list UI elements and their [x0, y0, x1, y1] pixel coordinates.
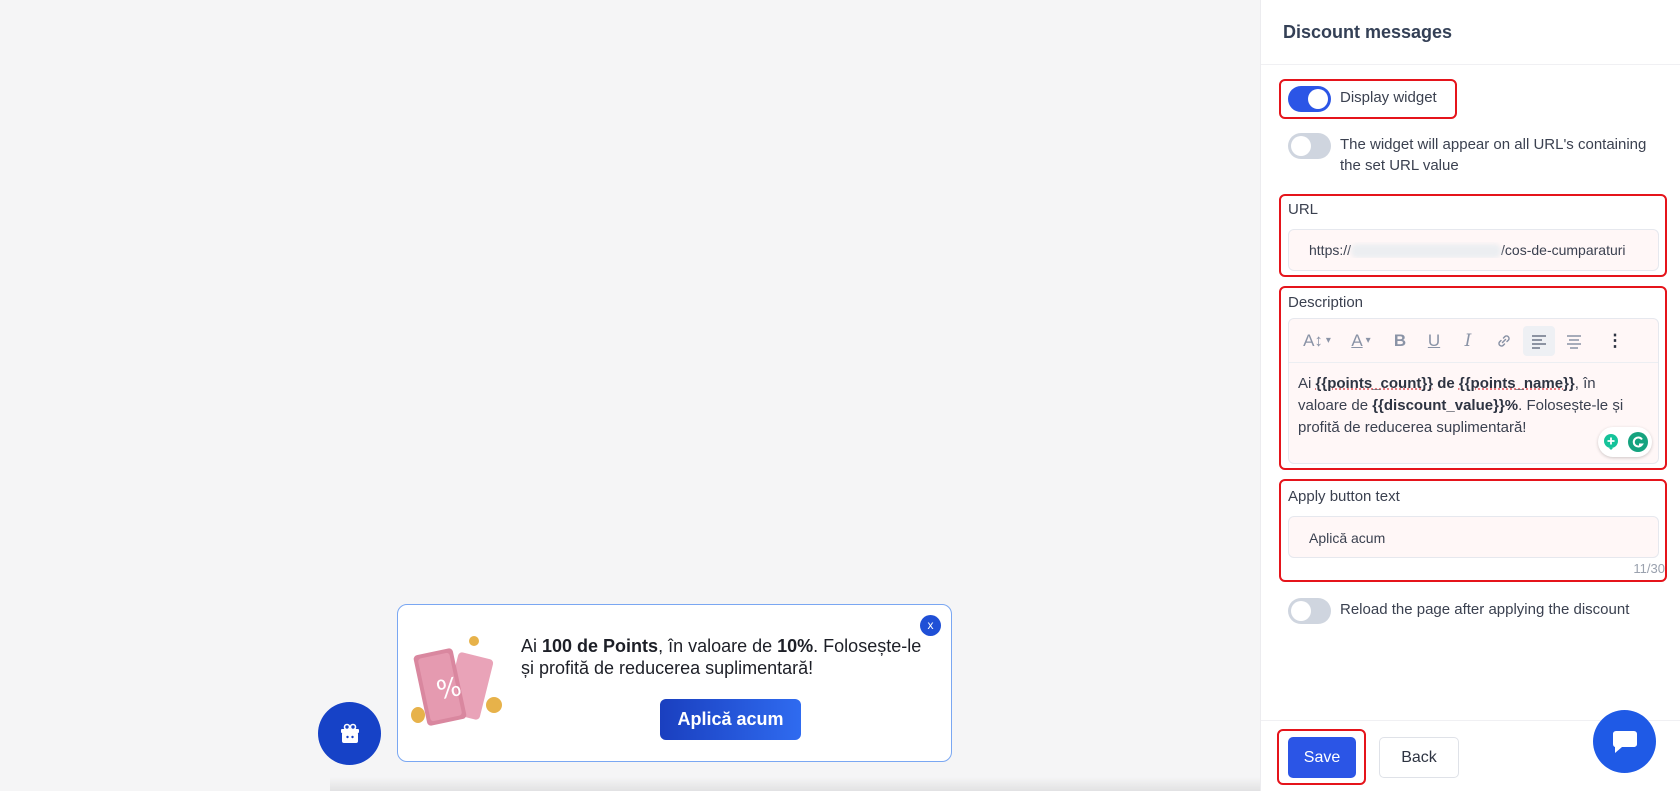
- desc-text-part: Ai: [1298, 375, 1316, 392]
- text-color-button[interactable]: A ▾: [1339, 326, 1383, 356]
- grammarly-widget[interactable]: [1598, 427, 1652, 457]
- apply-text-counter: 11/30: [1633, 561, 1665, 576]
- desc-text-part: de: [1433, 375, 1459, 392]
- toggle-knob: [1291, 136, 1311, 156]
- editor-toolbar: A↕ ▾ A ▾ B U I ⋮: [1289, 319, 1658, 363]
- link-icon: [1498, 334, 1510, 347]
- toggle-knob: [1308, 89, 1328, 109]
- italic-icon: I: [1464, 330, 1472, 351]
- reload-page-label: Reload the page after applying the disco…: [1340, 601, 1630, 618]
- apply-text-input[interactable]: [1309, 528, 1639, 548]
- bold-button[interactable]: B: [1383, 326, 1417, 356]
- display-widget-label: Display widget: [1340, 89, 1437, 106]
- url-label: URL: [1288, 201, 1319, 218]
- display-widget-toggle[interactable]: [1288, 86, 1331, 112]
- desc-var-points-name: {{points_name}}: [1458, 375, 1575, 392]
- url-field[interactable]: https:// /cos-de-cumparaturi: [1288, 229, 1659, 271]
- align-left-button[interactable]: [1523, 325, 1555, 356]
- italic-button[interactable]: I: [1451, 326, 1485, 356]
- panel-title: Discount messages: [1283, 22, 1453, 42]
- align-center-button[interactable]: [1555, 326, 1593, 356]
- url-match-toggle[interactable]: [1288, 133, 1331, 159]
- url-suffix: /cos-de-cumparaturi: [1501, 242, 1626, 258]
- coupon-illustration-icon: %: [411, 636, 502, 726]
- font-size-icon: A↕: [1303, 330, 1323, 350]
- align-left-icon: [1532, 334, 1546, 349]
- back-button[interactable]: Back: [1379, 737, 1459, 778]
- description-text: Ai {{points_count}} de {{points_name}}, …: [1298, 373, 1648, 439]
- widget-discount: 10%: [777, 636, 814, 656]
- link-button[interactable]: [1485, 326, 1523, 356]
- widget-message: Ai 100 de Points, în valoare de 10%. Fol…: [521, 635, 931, 679]
- font-size-button[interactable]: A↕ ▾: [1295, 326, 1339, 356]
- grammarly-suggest-icon: [1603, 434, 1618, 450]
- chevron-down-icon: ▾: [1325, 335, 1331, 346]
- discount-widget: x % Ai 100 de Points, în valoare de 10%.…: [397, 604, 952, 762]
- preview-shadow: [330, 777, 1260, 791]
- bold-icon: B: [1393, 330, 1407, 350]
- widget-close-button[interactable]: x: [920, 615, 941, 636]
- url-prefix: https://: [1309, 242, 1352, 258]
- chevron-down-icon: ▾: [1365, 335, 1371, 346]
- url-value: https:// /cos-de-cumparaturi: [1309, 242, 1639, 259]
- description-editor[interactable]: A↕ ▾ A ▾ B U I ⋮ Ai {{points_count}} de {{…: [1288, 318, 1659, 464]
- widget-points: 100 de Points: [542, 636, 659, 656]
- description-label: Description: [1288, 294, 1364, 311]
- chat-icon: [1612, 730, 1637, 753]
- underline-icon: U: [1427, 330, 1441, 350]
- url-redacted-host: [1351, 244, 1502, 259]
- preview-area: x % Ai 100 de Points, în valoare de 10%.…: [0, 0, 1260, 791]
- rewards-launcher-button[interactable]: [318, 702, 381, 765]
- reload-page-toggle[interactable]: [1288, 598, 1331, 624]
- more-options-button[interactable]: ⋮: [1597, 326, 1633, 356]
- settings-panel: Discount messages Display widget The wid…: [1260, 0, 1680, 791]
- panel-divider: [1261, 64, 1680, 65]
- save-button[interactable]: Save: [1288, 737, 1356, 778]
- apply-text-label: Apply button text: [1288, 488, 1400, 505]
- desc-var-discount-value: {{discount_value}}%: [1372, 397, 1519, 414]
- underline-button[interactable]: U: [1417, 326, 1451, 356]
- url-match-label: The widget will appear on all URL's cont…: [1340, 136, 1647, 174]
- widget-apply-button[interactable]: Aplică acum: [660, 699, 801, 740]
- desc-var-points-count: {{points_count}}: [1315, 375, 1434, 392]
- toggle-knob: [1291, 601, 1311, 621]
- chat-launcher-button[interactable]: [1593, 710, 1656, 773]
- apply-text-field[interactable]: [1288, 516, 1659, 558]
- widget-text-part: Ai: [521, 636, 543, 656]
- align-center-icon: [1567, 334, 1581, 349]
- more-vertical-icon: ⋮: [1606, 330, 1624, 350]
- widget-text-part: , în valoare de: [658, 636, 778, 656]
- text-color-icon: A: [1351, 330, 1363, 350]
- gift-icon: [340, 723, 359, 743]
- grammarly-icon: [1627, 432, 1648, 452]
